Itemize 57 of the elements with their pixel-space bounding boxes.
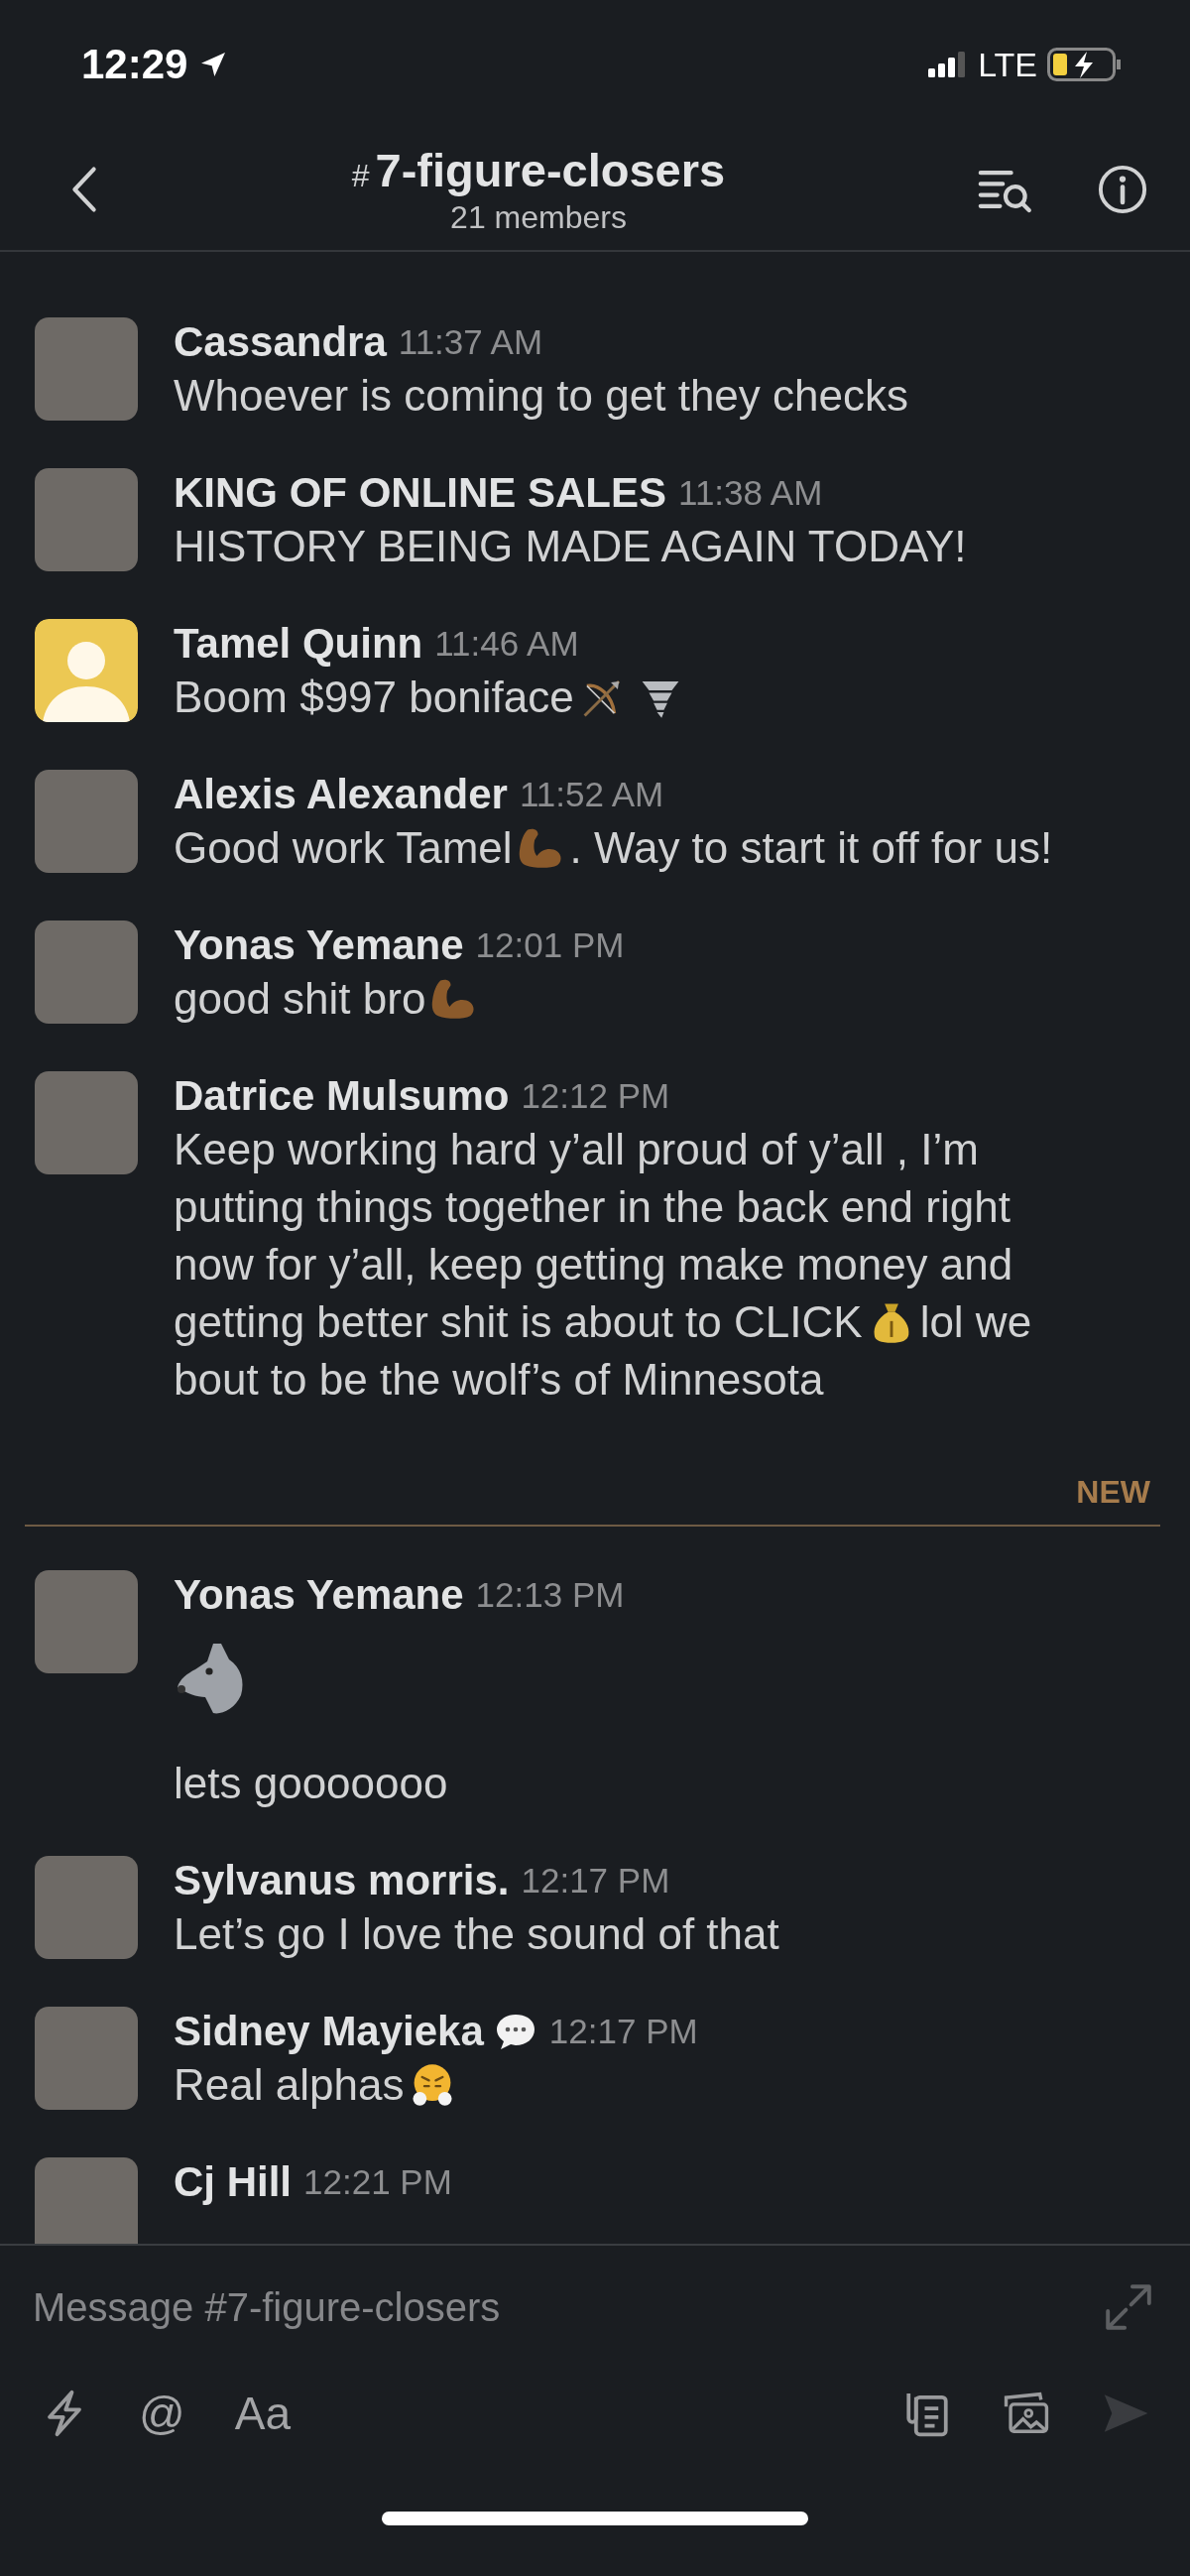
- avatar-photo-placeholder[interactable]: [35, 2157, 138, 2244]
- author-name[interactable]: Alexis Alexander: [174, 771, 508, 818]
- timestamp: 11:52 AM: [519, 775, 664, 814]
- message-text: Keep working hard y’all proud of y’all , I’m: [174, 1125, 979, 1173]
- author-name[interactable]: Yonas Yemane: [174, 1571, 464, 1619]
- message-text: . Way to start it off for us!: [569, 823, 1053, 872]
- timestamp: 11:38 AM: [678, 473, 823, 513]
- message-input-field[interactable]: Message #7-figure-closers: [33, 2268, 1103, 2347]
- channel-hash: #: [351, 158, 370, 194]
- message-text: Whoever is coming to get they checks: [174, 371, 908, 420]
- channel-title[interactable]: 7-figure-closers: [375, 143, 726, 197]
- message-text: HISTORY BEING MADE AGAIN TODAY!: [174, 522, 967, 570]
- timestamp: 12:01 PM: [475, 925, 625, 965]
- avatar-photo-placeholder[interactable]: [35, 317, 138, 421]
- message-text: lets gooooooo: [174, 1759, 448, 1807]
- message-text: Real alphas: [174, 2060, 405, 2109]
- member-count[interactable]: 21 members: [450, 199, 627, 236]
- message-text: Let’s go I love the sound of that: [174, 1909, 779, 1958]
- battery-charging-icon: [1047, 48, 1123, 81]
- message-text: bout to be the wolf’s of Minnesota: [174, 1355, 824, 1404]
- message-text: getting better shit is about to CLICK: [174, 1297, 863, 1346]
- message-text: lol we: [919, 1297, 1032, 1346]
- author-name[interactable]: Yonas Yemane: [174, 921, 464, 969]
- avatar-photo-placeholder[interactable]: [35, 1071, 138, 1174]
- author-name[interactable]: Datrice Mulsumo: [174, 1072, 510, 1120]
- expand-icon[interactable]: [1103, 2281, 1154, 2333]
- mention-button[interactable]: @: [139, 2387, 185, 2440]
- author-name[interactable]: KING OF ONLINE SALES: [174, 469, 667, 517]
- avatar-photo-placeholder[interactable]: [35, 2007, 138, 2110]
- new-messages-label: NEW: [1076, 1474, 1150, 1511]
- message-text: putting things together in the back end right: [174, 1182, 1011, 1231]
- timestamp: 12:12 PM: [521, 1076, 670, 1116]
- author-name[interactable]: Sidney Mayieka: [174, 2008, 484, 2055]
- author-name[interactable]: Cj Hill: [174, 2158, 292, 2206]
- back-icon[interactable]: [69, 166, 99, 213]
- avatar-photo-placeholder[interactable]: [35, 770, 138, 873]
- timestamp: 12:21 PM: [303, 2162, 452, 2202]
- author-name[interactable]: Tamel Quinn: [174, 620, 423, 668]
- avatar-photo-placeholder[interactable]: [35, 1856, 138, 1959]
- avatar-photo-placeholder[interactable]: [35, 468, 138, 571]
- author-name[interactable]: Cassandra: [174, 318, 387, 366]
- avatar-photo-placeholder[interactable]: [35, 1570, 138, 1673]
- network-label: LTE: [978, 45, 1037, 84]
- message-text: Boom $997 boniface: [174, 673, 574, 721]
- timestamp: 11:46 AM: [434, 624, 579, 664]
- format-text-button[interactable]: Aa: [234, 2387, 291, 2440]
- timestamp: 12:17 PM: [548, 2012, 698, 2051]
- message-text: good shit bro: [174, 974, 426, 1023]
- avatar-photo-placeholder[interactable]: [35, 920, 138, 1024]
- author-name[interactable]: Sylvanus morris.: [174, 1857, 510, 1904]
- message-text: now for y’all, keep getting make money and: [174, 1240, 1013, 1288]
- timestamp: 12:13 PM: [475, 1575, 625, 1615]
- message-text: Good work Tamel: [174, 823, 513, 872]
- status-time: 12:29: [81, 41, 188, 88]
- timestamp: 12:17 PM: [521, 1861, 670, 1901]
- default-avatar[interactable]: [35, 619, 138, 722]
- timestamp: 11:37 AM: [398, 322, 543, 362]
